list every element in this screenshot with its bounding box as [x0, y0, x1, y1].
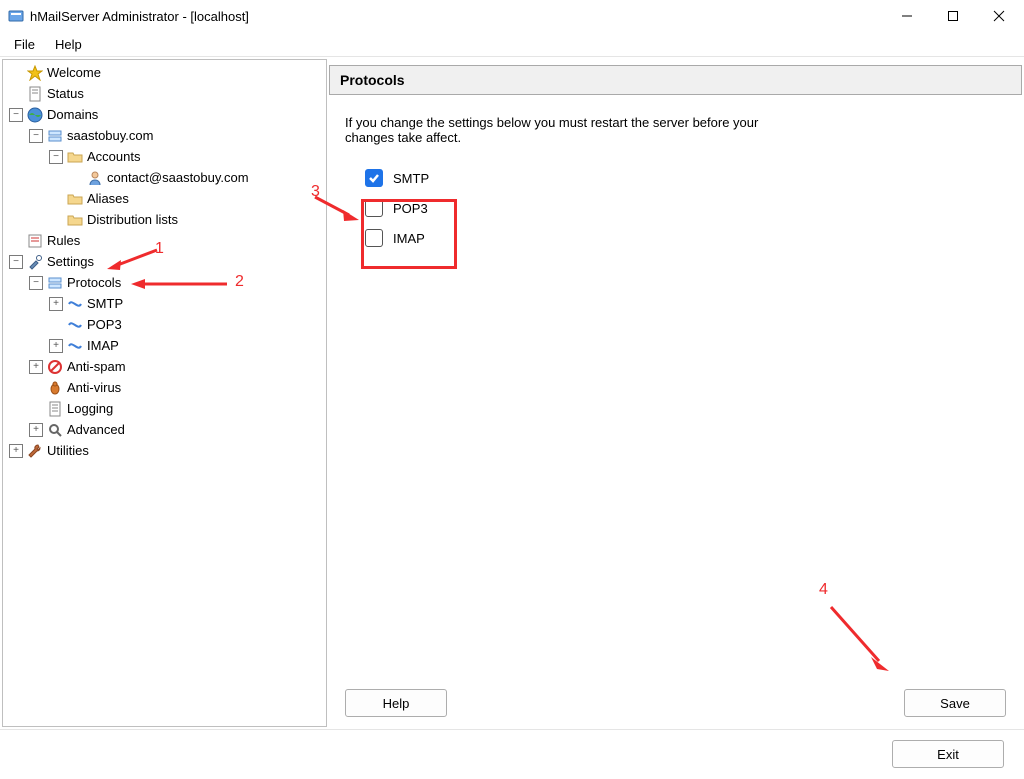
tree-label: Anti-spam — [67, 359, 126, 374]
tree-label: saastobuy.com — [67, 128, 153, 143]
tree-label: Settings — [47, 254, 94, 269]
annotation-arrow-4 — [827, 603, 891, 673]
protocol-icon — [67, 317, 83, 333]
tree-label: contact@saastobuy.com — [107, 170, 249, 185]
navigation-tree[interactable]: Welcome Status −Domains −saastobuy.com −… — [2, 59, 327, 727]
tree-item-logging[interactable]: Logging — [3, 398, 326, 419]
expand-icon[interactable]: + — [9, 444, 23, 458]
expand-icon[interactable]: + — [49, 297, 63, 311]
tree-label: Status — [47, 86, 84, 101]
tree-item-welcome[interactable]: Welcome — [3, 62, 326, 83]
collapse-icon[interactable]: − — [9, 255, 23, 269]
folder-icon — [67, 212, 83, 228]
protocol-row-pop3: POP3 — [365, 193, 1006, 223]
tree-item-imap[interactable]: + IMAP — [3, 335, 326, 356]
tree-label: Utilities — [47, 443, 89, 458]
menu-help[interactable]: Help — [45, 34, 92, 55]
checkbox-smtp[interactable] — [365, 169, 383, 187]
tools-icon — [27, 254, 43, 270]
globe-icon — [27, 107, 43, 123]
log-icon — [47, 401, 63, 417]
protocol-row-smtp: SMTP — [365, 163, 1006, 193]
tree-label: POP3 — [87, 317, 122, 332]
tree-item-accounts[interactable]: − Accounts — [3, 146, 326, 167]
rules-icon — [27, 233, 43, 249]
wrench-icon — [27, 443, 43, 459]
server-icon — [47, 128, 63, 144]
expand-icon[interactable]: + — [49, 339, 63, 353]
help-button[interactable]: Help — [345, 689, 447, 717]
menu-bar: File Help — [0, 32, 1024, 57]
user-icon — [87, 170, 103, 186]
tree-item-domain[interactable]: − saastobuy.com — [3, 125, 326, 146]
tree-item-settings[interactable]: − Settings — [3, 251, 326, 272]
menu-file[interactable]: File — [4, 34, 45, 55]
star-icon — [27, 65, 43, 81]
expand-icon[interactable]: + — [29, 423, 43, 437]
app-icon — [8, 8, 24, 24]
panel-title: Protocols — [329, 65, 1022, 95]
tree-item-antivirus[interactable]: Anti-virus — [3, 377, 326, 398]
tree-label: Welcome — [47, 65, 101, 80]
tree-item-aliases[interactable]: Aliases — [3, 188, 326, 209]
tree-label: Advanced — [67, 422, 125, 437]
collapse-icon[interactable]: − — [29, 129, 43, 143]
protocol-icon — [67, 338, 83, 354]
tree-item-domains[interactable]: − Domains — [3, 104, 326, 125]
folder-icon — [67, 149, 83, 165]
annotation-number-4: 4 — [819, 581, 828, 599]
tree-label: Logging — [67, 401, 113, 416]
tree-item-utilities[interactable]: + Utilities — [3, 440, 326, 461]
bug-icon — [47, 380, 63, 396]
server-icon — [47, 275, 63, 291]
collapse-icon[interactable]: − — [49, 150, 63, 164]
tree-item-dist[interactable]: Distribution lists — [3, 209, 326, 230]
title-bar: hMailServer Administrator - [localhost] — [0, 0, 1024, 32]
tree-item-antispam[interactable]: + Anti-spam — [3, 356, 326, 377]
protocol-label: SMTP — [393, 171, 429, 186]
tree-label: Aliases — [87, 191, 129, 206]
collapse-icon[interactable]: − — [29, 276, 43, 290]
save-button[interactable]: Save — [904, 689, 1006, 717]
content-pane: Protocols If you change the settings bel… — [329, 59, 1022, 727]
collapse-icon[interactable]: − — [9, 108, 23, 122]
info-text: If you change the settings below you mus… — [345, 115, 805, 145]
tree-label: Distribution lists — [87, 212, 178, 227]
window-title: hMailServer Administrator - [localhost] — [30, 9, 884, 24]
protocol-label: IMAP — [393, 231, 425, 246]
protocol-label: POP3 — [393, 201, 428, 216]
tree-item-account[interactable]: contact@saastobuy.com — [3, 167, 326, 188]
checkbox-imap[interactable] — [365, 229, 383, 247]
protocol-row-imap: IMAP — [365, 223, 1006, 253]
expand-icon[interactable]: + — [29, 360, 43, 374]
folder-icon — [67, 191, 83, 207]
footer: Exit — [0, 729, 1024, 778]
tree-label: Rules — [47, 233, 80, 248]
tree-label: Accounts — [87, 149, 140, 164]
checkbox-pop3[interactable] — [365, 199, 383, 217]
tree-item-status[interactable]: Status — [3, 83, 326, 104]
tree-label: Domains — [47, 107, 98, 122]
tree-item-rules[interactable]: Rules — [3, 230, 326, 251]
exit-button[interactable]: Exit — [892, 740, 1004, 768]
maximize-button[interactable] — [930, 0, 976, 32]
tree-label: Protocols — [67, 275, 121, 290]
tree-label: Anti-virus — [67, 380, 121, 395]
tree-label: SMTP — [87, 296, 123, 311]
close-button[interactable] — [976, 0, 1022, 32]
protocol-icon — [67, 296, 83, 312]
tree-item-advanced[interactable]: + Advanced — [3, 419, 326, 440]
tree-item-pop3[interactable]: POP3 — [3, 314, 326, 335]
tree-item-smtp[interactable]: + SMTP — [3, 293, 326, 314]
document-icon — [27, 86, 43, 102]
tree-item-protocols[interactable]: − Protocols — [3, 272, 326, 293]
magnifier-icon — [47, 422, 63, 438]
tree-label: IMAP — [87, 338, 119, 353]
minimize-button[interactable] — [884, 0, 930, 32]
antispam-icon — [47, 359, 63, 375]
